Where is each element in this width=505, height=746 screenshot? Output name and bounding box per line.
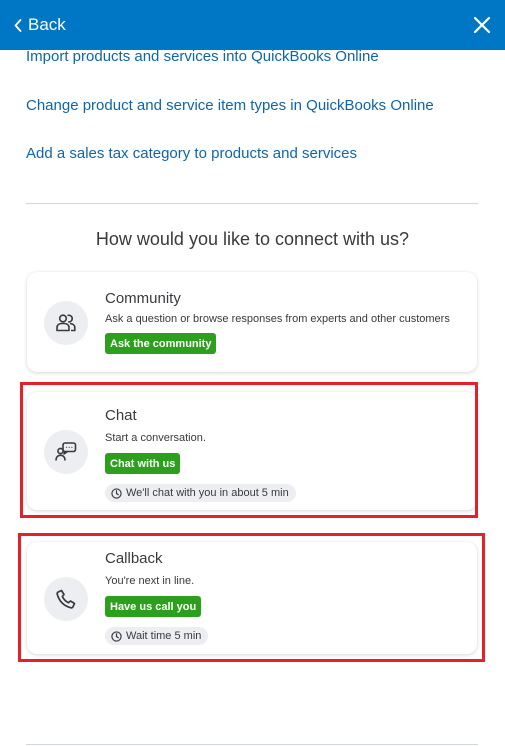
community-card[interactable]: Community Ask a question or browse respo… xyxy=(27,272,477,372)
card-title: Community xyxy=(105,290,181,307)
connect-heading: How would you like to connect with us? xyxy=(95,229,410,249)
bottom-divider xyxy=(26,744,478,745)
article-link[interactable]: Import products and services into QuickB… xyxy=(26,48,379,65)
callback-highlight-box xyxy=(18,533,485,662)
article-link[interactable]: Change product and service item types in… xyxy=(26,97,434,114)
chat-highlight-box xyxy=(20,382,478,518)
top-bar: Back xyxy=(0,0,505,50)
back-label: Back xyxy=(28,15,66,34)
divider xyxy=(26,203,478,204)
card-description: Ask a question or browse responses from … xyxy=(105,313,450,325)
article-link[interactable]: Add a sales tax category to products and… xyxy=(26,145,357,162)
ask-community-button[interactable]: Ask the community xyxy=(105,333,217,354)
close-icon[interactable] xyxy=(471,14,493,36)
people-icon xyxy=(44,301,88,345)
back-button[interactable]: Back xyxy=(14,14,66,36)
chevron-left-icon xyxy=(14,18,22,32)
